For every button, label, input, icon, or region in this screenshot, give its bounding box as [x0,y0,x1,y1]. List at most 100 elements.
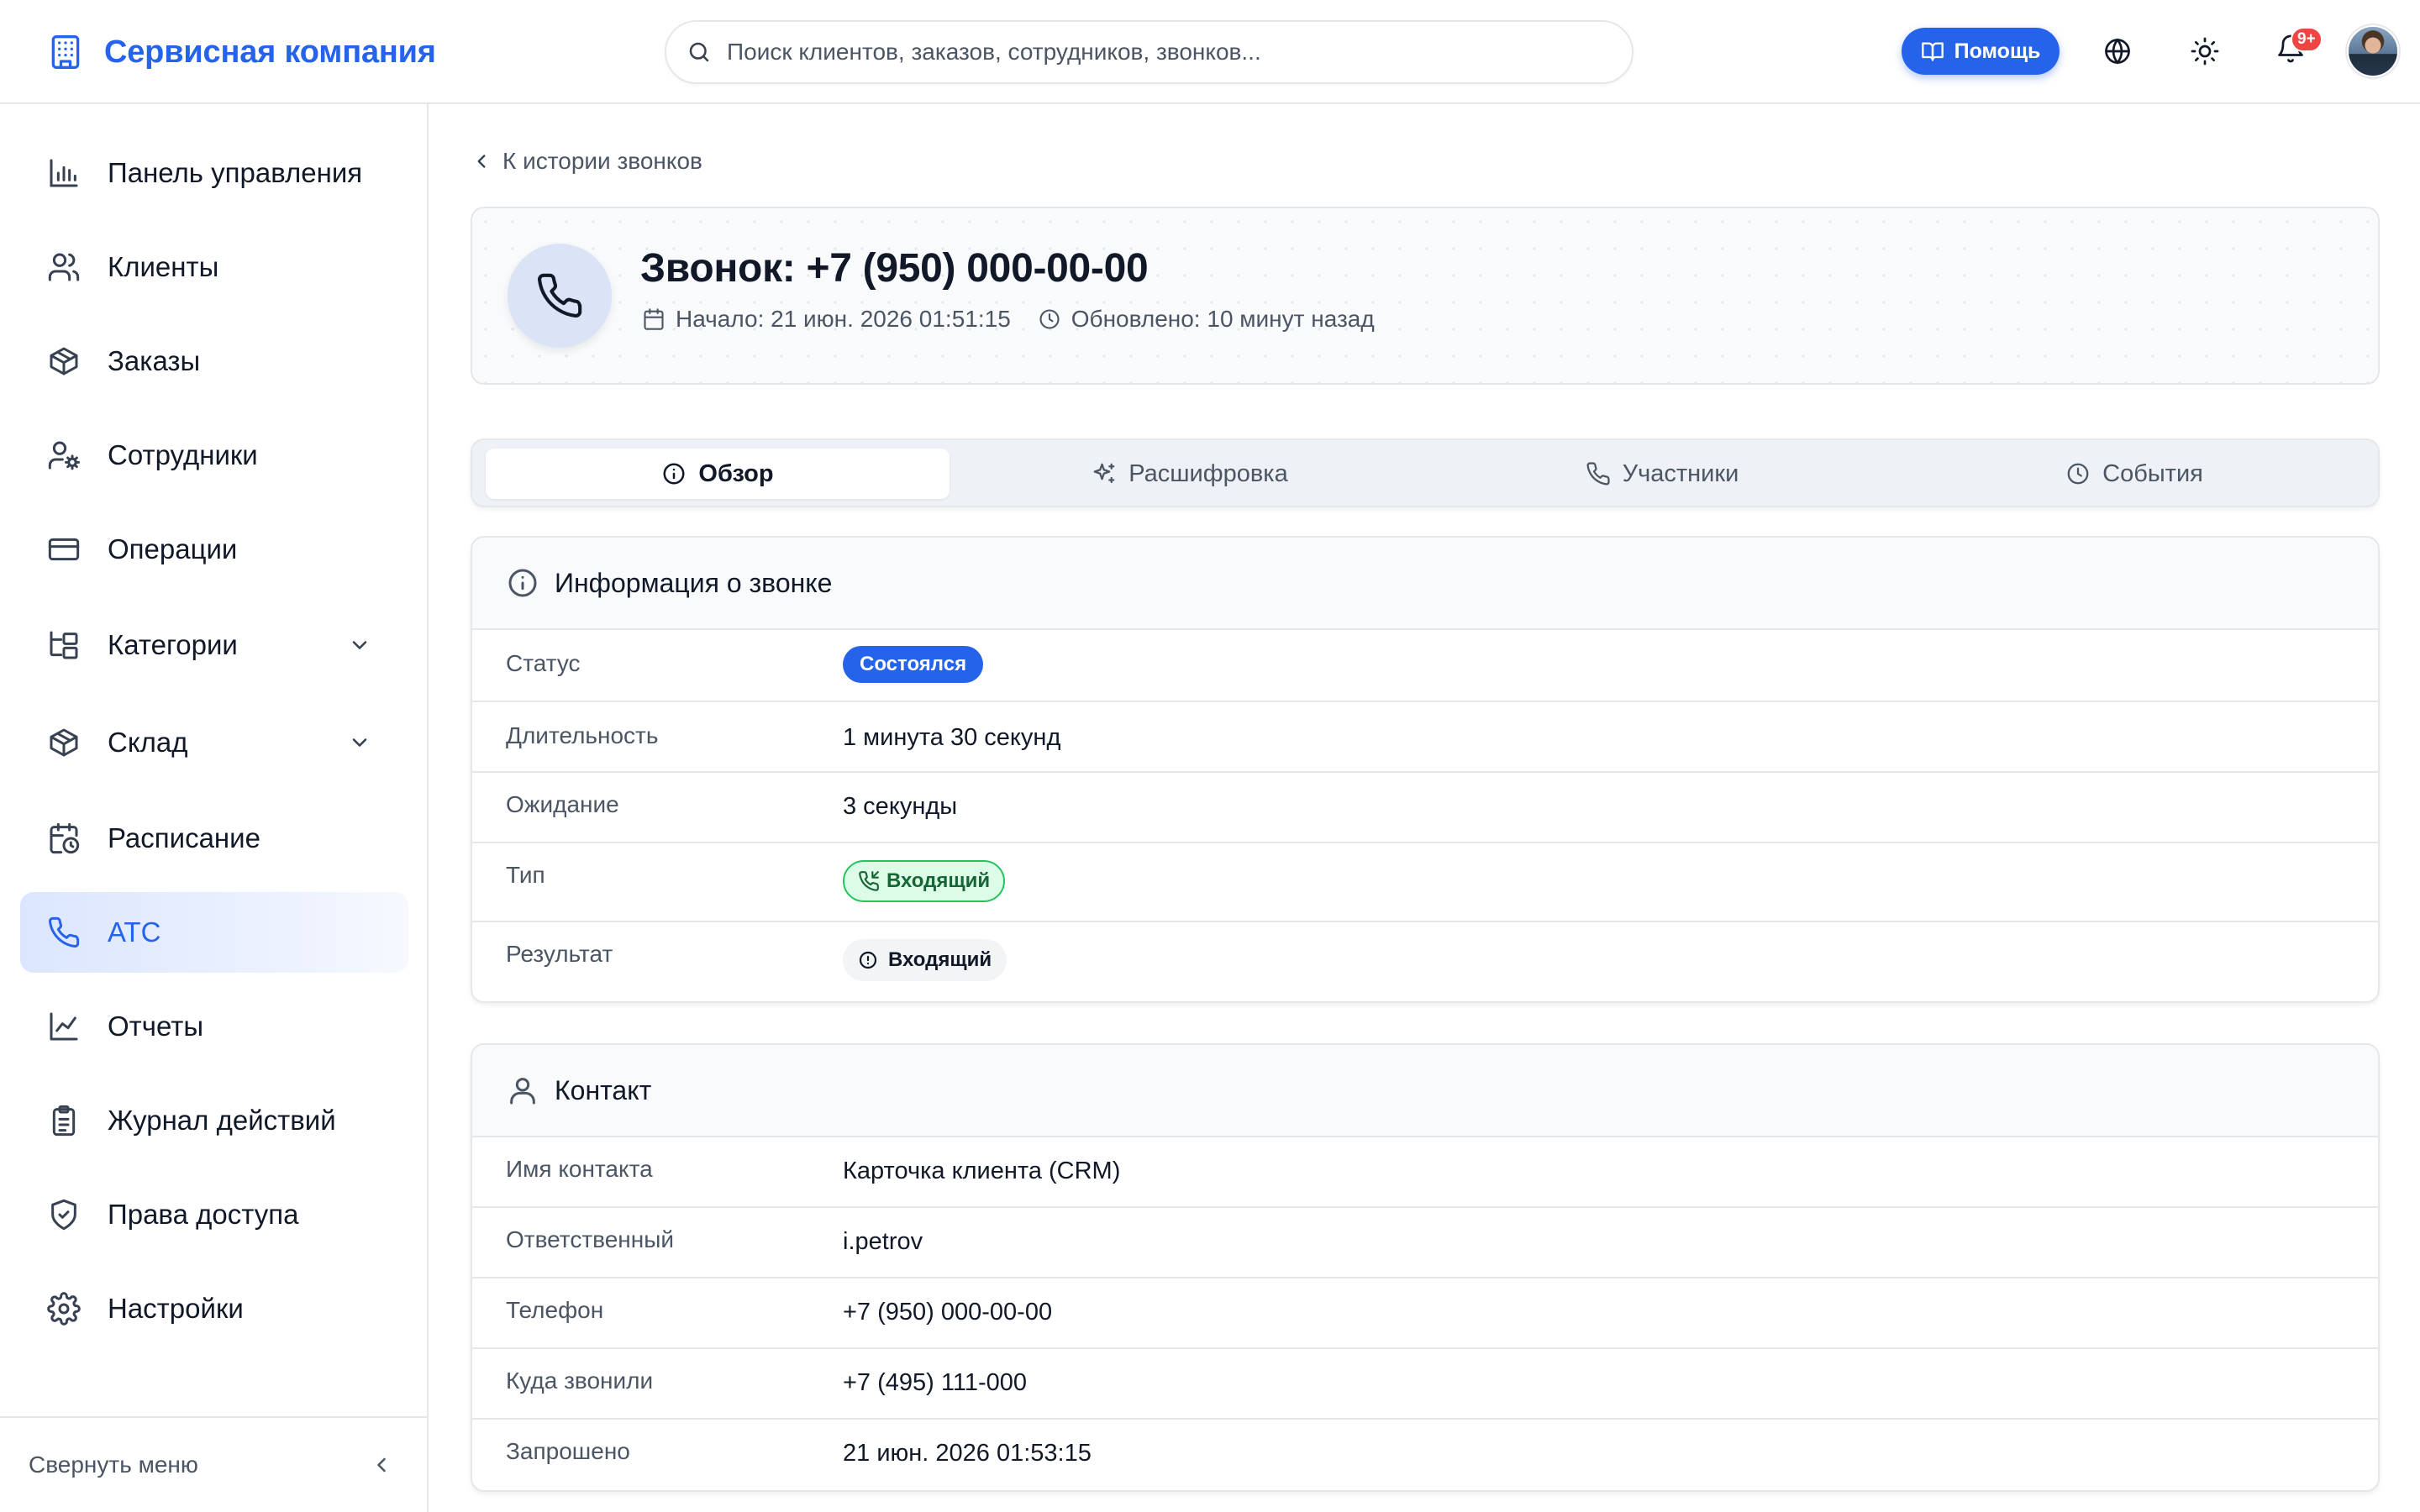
search-input[interactable] [727,39,1567,66]
row-label: Запрошено [506,1438,630,1464]
info-row-type: Тип Входящий [472,843,2378,922]
chevron-left-icon [377,1457,386,1473]
user-icon [510,1078,535,1105]
tab-label: Расшифровка [1128,459,1288,487]
help-button-label: Помощь [1954,39,2041,63]
row-value: 21 июн. 2026 01:53:15 [843,1440,1092,1467]
sidebar-item-pbx[interactable]: АТС [20,892,408,973]
sidebar-item-activity-log[interactable]: Журнал действий [20,1080,408,1161]
global-search[interactable] [665,20,1634,84]
row-value: i.petrov [843,1228,923,1255]
chevron-left-icon [477,155,486,168]
collapse-menu-label: Свернуть меню [29,1452,198,1478]
collapse-menu-button[interactable]: Свернуть меню [0,1416,427,1512]
sidebar-item-settings[interactable]: Настройки [20,1268,408,1349]
contact-row-responsible: Ответственный i.petrov [472,1208,2378,1278]
phone-icon [538,273,582,318]
call-result-badge: Входящий [843,939,1007,981]
brand[interactable]: Сервисная компания [47,32,436,72]
sidebar-item-categories[interactable]: Категории [20,605,408,685]
sidebar-item-label: АТС [108,916,161,948]
clock-icon [2067,463,2089,485]
sidebar-item-label: Панель управления [108,157,363,188]
tab-label: События [2102,459,2203,487]
notifications-button[interactable]: 9+ [2275,27,2323,71]
bar-chart-icon [50,159,78,187]
sidebar-item-label: Категории [108,629,238,660]
tab-overview[interactable]: Обзор [486,449,950,499]
call-type-label: Входящий [886,869,991,892]
back-to-call-history-link[interactable]: К истории звонков [471,148,702,175]
brand-title: Сервисная компания [104,34,436,70]
tab-events[interactable]: События [1902,449,2366,499]
sidebar-item-label: Операции [108,533,238,564]
tab-transcript[interactable]: Расшифровка [958,449,1422,499]
row-label: Ответственный [506,1226,674,1252]
row-value: +7 (950) 000-00-00 [843,1299,1053,1326]
call-avatar [508,244,612,348]
sidebar-item-label: Заказы [108,345,201,376]
info-row-status: Статус Состоялся [472,630,2378,702]
box-icon [50,347,78,375]
tab-participants[interactable]: Участники [1430,449,1894,499]
row-label: Тип [506,862,545,888]
alert-circle-icon [859,951,877,969]
users-icon [48,253,80,281]
sidebar-item-label: Отчеты [108,1011,204,1042]
row-label: Ожидание [506,791,619,817]
call-type-badge: Входящий [843,860,1006,902]
info-row-result: Результат Входящий [472,922,2378,1001]
sidebar-item-employees[interactable]: Сотрудники [20,415,408,496]
contact-row-requested: Запрошено 21 июн. 2026 01:53:15 [472,1420,2378,1490]
sidebar-item-orders[interactable]: Заказы [20,321,408,402]
card-header: Контакт [472,1045,2378,1137]
chevron-down-icon [352,641,367,649]
sidebar-item-warehouse[interactable]: Склад [20,702,408,783]
clipboard-list-icon [52,1105,76,1137]
calendar-icon [644,308,664,330]
tab-label: Обзор [698,459,774,487]
sidebar-item-reports[interactable]: Отчеты [20,986,408,1067]
book-open-icon [1921,42,1944,61]
sparkles-icon [1093,463,1115,484]
status-badge: Состоялся [843,646,984,683]
sidebar-item-dashboard[interactable]: Панель управления [20,133,408,213]
chevron-down-icon [352,738,367,747]
search-icon [689,42,709,62]
contact-row-called-number: Куда звонили +7 (495) 111-000 [472,1349,2378,1420]
contact-card: Контакт Имя контакта Карточка клиента (C… [471,1043,2380,1492]
call-result-label: Входящий [888,948,992,971]
row-value: Карточка клиента (CRM) [843,1158,1121,1184]
card-header: Информация о звонке [472,538,2378,630]
call-tabs: Обзор Расшифровка Участники События [471,438,2380,507]
phone-incoming-icon [859,871,879,891]
user-gear-icon [48,441,80,470]
row-label: Имя контакта [506,1156,653,1182]
row-label: Статус [506,650,581,676]
contact-row-name: Имя контакта Карточка клиента (CRM) [472,1137,2378,1208]
card-title: Информация о звонке [555,567,833,598]
contact-row-phone: Телефон +7 (950) 000-00-00 [472,1278,2378,1349]
info-icon [663,463,685,485]
sidebar-item-label: Настройки [108,1293,244,1324]
sidebar-item-label: Журнал действий [108,1105,336,1136]
help-button[interactable]: Помощь [1902,28,2060,75]
sidebar: Панель управления Клиенты Заказы Сотрудн… [0,104,429,1512]
folder-tree-icon [50,631,78,659]
sun-icon[interactable] [2190,36,2220,66]
sidebar-item-clients[interactable]: Клиенты [20,227,408,307]
row-label: Длительность [506,722,659,748]
gear-icon [47,1292,81,1326]
call-info-card: Информация о звонке Статус Состоялся Дли… [471,536,2380,1003]
sidebar-item-access-rights[interactable]: Права доступа [20,1174,408,1255]
card-title: Контакт [555,1074,652,1105]
globe-icon[interactable] [2102,36,2133,66]
sidebar-item-operations[interactable]: Операции [20,509,408,590]
sidebar-item-schedule[interactable]: Расписание [20,798,408,879]
info-icon [508,569,537,597]
call-meta: Начало: 21 июн. 2026 01:51:15 Обновлено:… [642,306,1375,333]
sidebar-item-label: Сотрудники [108,439,258,470]
phone-icon [1586,462,1610,486]
user-avatar[interactable] [2347,25,2399,77]
box-icon [50,728,78,757]
